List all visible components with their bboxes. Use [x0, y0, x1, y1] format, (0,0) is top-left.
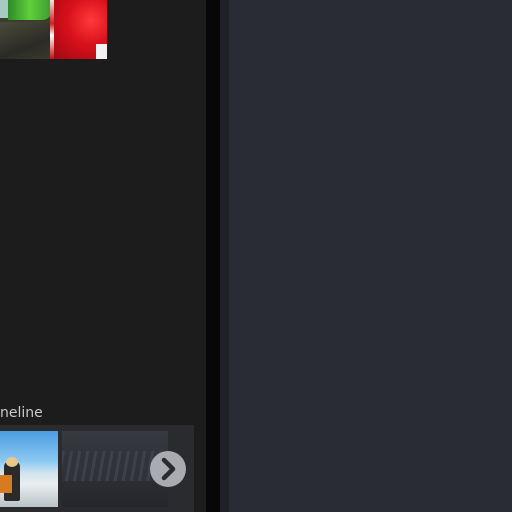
timeline-next-button[interactable] — [150, 451, 186, 487]
thumbnail-vehicle-green — [8, 0, 52, 20]
thumbnail-white-edge — [96, 44, 107, 59]
thumbnail-head — [6, 457, 18, 467]
panel-divider-edge — [220, 0, 229, 512]
chevron-right-icon — [161, 457, 176, 481]
timeline-thumbnail[interactable] — [0, 431, 58, 507]
left-panel: neline — [0, 0, 206, 512]
panel-divider[interactable] — [206, 0, 220, 512]
timeline-label: neline — [0, 405, 43, 421]
media-thumbnail[interactable] — [0, 0, 107, 59]
main-content-panel — [229, 0, 512, 512]
thumbnail-bag — [0, 475, 12, 493]
